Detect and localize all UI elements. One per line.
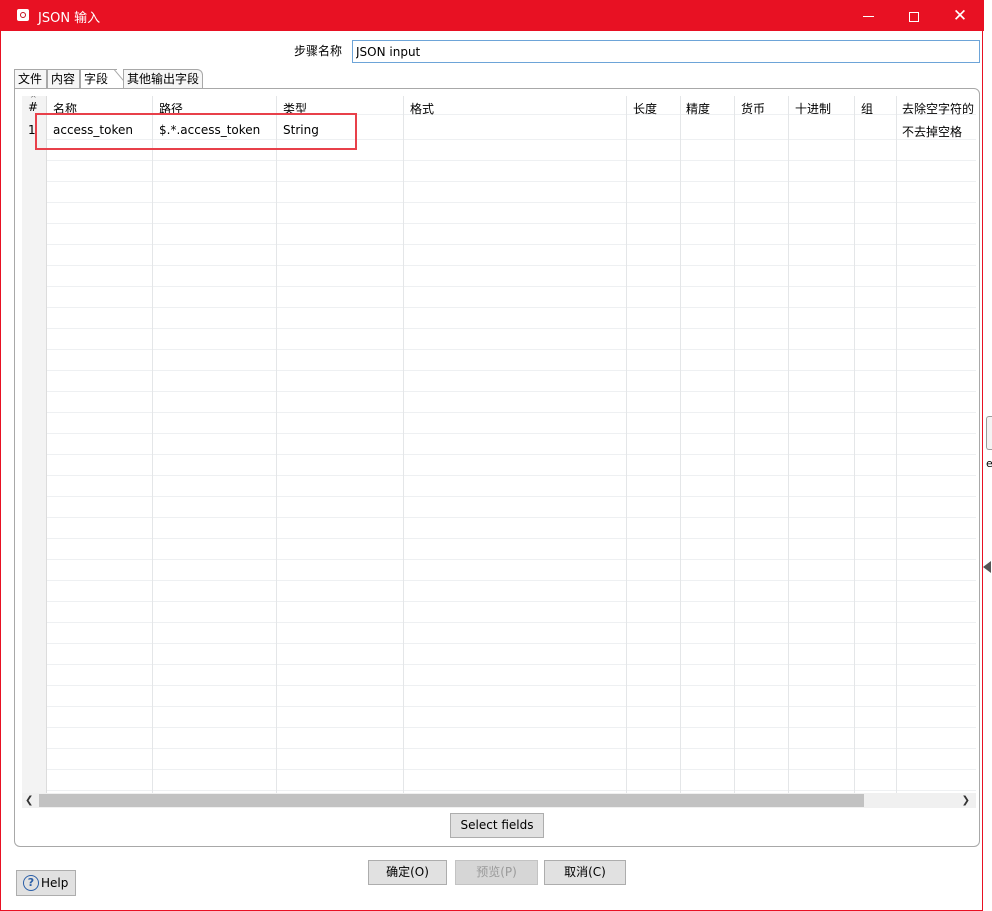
help-button[interactable]: ? Help xyxy=(16,870,76,896)
cell-type[interactable]: String xyxy=(283,123,319,137)
row-number-column xyxy=(22,96,47,793)
column-divider xyxy=(276,96,277,793)
scroll-right-icon[interactable]: ❯ xyxy=(962,793,970,808)
column-divider xyxy=(152,96,153,793)
column-header-trim-type[interactable]: 去除空字符的 xyxy=(902,100,974,117)
background-canvas-arrow-icon xyxy=(983,561,991,573)
cancel-button[interactable]: 取消(C) xyxy=(544,860,626,885)
background-canvas-text: er xyxy=(986,457,992,470)
cell-trim-type[interactable]: 不去掉空格 xyxy=(902,123,962,140)
preview-button[interactable]: 预览(P) xyxy=(455,860,538,885)
app-icon xyxy=(17,9,29,21)
column-header-path[interactable]: 路径 xyxy=(159,100,183,117)
maximize-button[interactable] xyxy=(891,0,937,31)
tab-content[interactable]: 内容 xyxy=(47,69,80,88)
ok-button[interactable]: 确定(O) xyxy=(368,860,447,885)
background-canvas-step xyxy=(986,416,992,450)
select-fields-button[interactable]: Select fields xyxy=(450,813,544,838)
close-icon: ✕ xyxy=(952,6,968,26)
window-title: JSON 输入 xyxy=(38,11,101,26)
column-header-decimal[interactable]: 十进制 xyxy=(795,100,831,117)
column-header-type[interactable]: 类型 xyxy=(283,100,307,117)
column-header-precision[interactable]: 精度 xyxy=(686,100,710,117)
column-divider xyxy=(734,96,735,793)
scroll-left-icon[interactable]: ❮ xyxy=(25,793,33,808)
help-label: Help xyxy=(41,876,69,890)
column-divider xyxy=(680,96,681,793)
column-divider xyxy=(403,96,404,793)
column-divider xyxy=(788,96,789,793)
tab-other-output-fields[interactable]: 其他输出字段 xyxy=(123,69,203,88)
column-header-currency[interactable]: 货币 xyxy=(741,100,765,117)
title-bar[interactable]: JSON 输入 ✕ xyxy=(1,0,984,31)
column-header-name[interactable]: 名称 xyxy=(53,100,77,117)
cell-path[interactable]: $.*.access_token xyxy=(159,123,260,137)
row-number: 1 xyxy=(28,123,36,137)
json-input-dialog: JSON 输入 ✕ 步骤名称 文件 内容 字段 其他输出字段 ^ # 名称 路径… xyxy=(0,0,984,911)
cell-name[interactable]: access_token xyxy=(53,123,133,137)
column-divider xyxy=(854,96,855,793)
minimize-icon xyxy=(862,16,874,17)
column-divider xyxy=(896,96,897,793)
close-button[interactable]: ✕ xyxy=(937,0,983,31)
column-divider xyxy=(626,96,627,793)
horizontal-scrollbar[interactable]: ❮ ❯ xyxy=(22,793,976,808)
step-name-label: 步骤名称 xyxy=(294,44,343,58)
column-header-group[interactable]: 组 xyxy=(861,100,873,117)
tab-file[interactable]: 文件 xyxy=(14,69,47,88)
scrollbar-thumb[interactable] xyxy=(39,794,864,807)
table-gridlines xyxy=(22,96,976,793)
help-icon: ? xyxy=(23,875,39,891)
step-name-input[interactable] xyxy=(352,40,980,63)
column-header-number[interactable]: # xyxy=(28,100,38,114)
column-header-length[interactable]: 长度 xyxy=(633,100,657,117)
minimize-button[interactable] xyxy=(845,0,891,31)
maximize-icon xyxy=(909,11,919,22)
fields-table[interactable]: ^ # 名称 路径 类型 格式 长度 精度 货币 十进制 组 去除空字符的 1 … xyxy=(22,96,976,793)
column-header-format[interactable]: 格式 xyxy=(410,100,434,117)
